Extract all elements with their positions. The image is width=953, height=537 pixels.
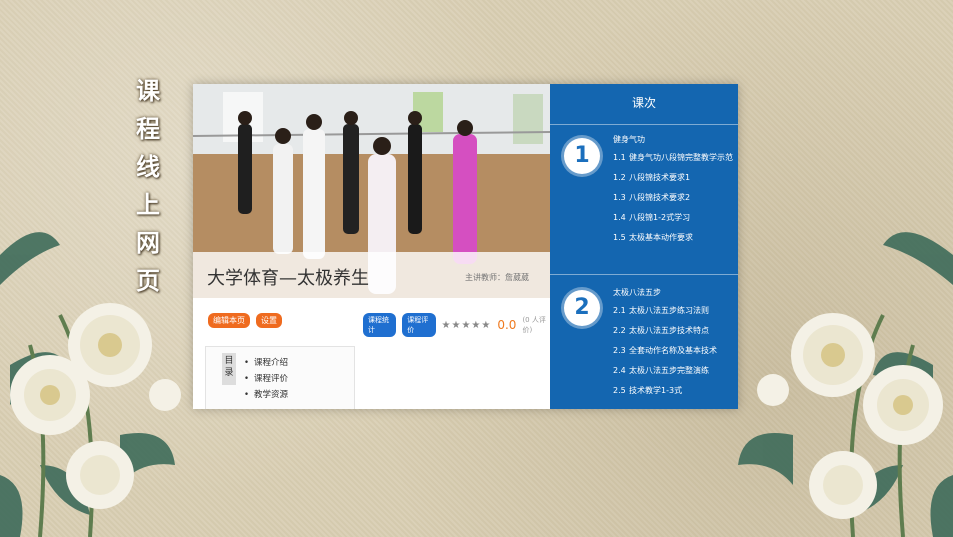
section-number-badge: 2: [564, 290, 600, 326]
lesson-item[interactable]: 2.4 太极八法五步完整演练: [613, 365, 733, 376]
admin-actions: 编辑本页 设置: [208, 313, 282, 328]
flower-decoration-right: [738, 232, 953, 537]
lesson-item[interactable]: 2.5 技术教学1-3式: [613, 385, 733, 396]
lesson-panel-title: 课次: [631, 96, 656, 110]
course-main-panel: 大学体育—太极养生 主讲教师：詹葳葳 编辑本页 设置 课程统计 课程评价 ★★★…: [193, 84, 550, 409]
lesson-item[interactable]: 2.3 全套动作名称及基本技术: [613, 345, 733, 356]
lesson-item[interactable]: 1.4 八段锦1-2式学习: [613, 212, 733, 223]
toc-list: 课程介绍 课程评价 教学资源: [244, 355, 288, 403]
lesson-item[interactable]: 1.5 太极基本动作要求: [613, 232, 733, 243]
settings-button[interactable]: 设置: [256, 313, 282, 328]
lesson-list: 2.1 太极八法五步练习法则 2.2 太极八法五步技术特点 2.3 全套动作名称及基本…: [613, 305, 733, 405]
stats-row: 课程统计 课程评价 ★★★★★ 0.0 (0 人评价): [363, 313, 550, 337]
course-page-screenshot: 大学体育—太极养生 主讲教师：詹葳葳 编辑本页 设置 课程统计 课程评价 ★★★…: [193, 84, 738, 409]
course-title: 大学体育—太极养生: [207, 268, 369, 289]
rating-stars-icon[interactable]: ★★★★★: [442, 320, 492, 331]
lesson-panel: 课次 1 健身气功 1.1 健身气功八段锦完整教学示范 1.2 八段锦技术要求1 1…: [550, 84, 738, 409]
toc-item[interactable]: 教学资源: [244, 387, 288, 403]
side-title-char: 程: [136, 114, 160, 143]
toc-item[interactable]: 课程评价: [244, 371, 288, 387]
section-number-badge: 1: [564, 138, 600, 174]
toc-label: 目录: [222, 353, 236, 385]
lesson-item[interactable]: 2.2 太极八法五步技术特点: [613, 325, 733, 336]
course-review-button[interactable]: 课程评价: [402, 313, 436, 337]
course-teacher: 主讲教师：詹葳葳: [465, 273, 529, 282]
table-of-contents: 目录 课程介绍 课程评价 教学资源: [205, 346, 355, 409]
edit-page-button[interactable]: 编辑本页: [208, 313, 250, 328]
lesson-list: 1.1 健身气功八段锦完整教学示范 1.2 八段锦技术要求1 1.3 八段锦技术要求2…: [613, 152, 733, 252]
course-stats-button[interactable]: 课程统计: [363, 313, 397, 337]
section-title: 健身气功: [613, 135, 645, 144]
lesson-item[interactable]: 1.2 八段锦技术要求1: [613, 172, 733, 183]
lesson-item[interactable]: 2.1 太极八法五步练习法则: [613, 305, 733, 316]
lesson-item[interactable]: 1.1 健身气功八段锦完整教学示范: [613, 152, 733, 163]
flower-decoration-left: [0, 232, 181, 537]
rating-score: 0.0: [497, 318, 517, 332]
rating-count: (0 人评价): [522, 316, 546, 334]
side-title-char: 课: [136, 76, 160, 105]
section-title: 太极八法五步: [613, 288, 661, 297]
side-title-char: 线: [136, 152, 160, 181]
lesson-item[interactable]: 1.3 八段锦技术要求2: [613, 192, 733, 203]
toc-item[interactable]: 课程介绍: [244, 355, 288, 371]
